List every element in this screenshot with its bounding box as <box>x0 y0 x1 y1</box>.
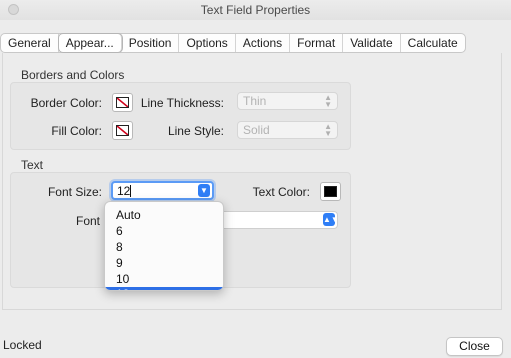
tab-appearance[interactable]: Appear... <box>58 34 122 52</box>
close-button[interactable]: Close <box>446 337 503 356</box>
tab-options[interactable]: Options <box>179 34 236 52</box>
no-color-icon <box>116 97 129 108</box>
window-title: Text Field Properties <box>200 3 311 17</box>
fill-color-label: Fill Color: <box>51 124 102 138</box>
dropdown-option-selected[interactable]: 12 <box>105 287 223 290</box>
dropdown-option[interactable]: 9 <box>116 256 123 270</box>
color-swatch-icon <box>324 186 337 197</box>
text-heading: Text <box>21 158 44 172</box>
borders-colors-heading: Borders and Colors <box>21 68 125 82</box>
tab-strip: General Appear... Position Options Actio… <box>0 33 466 53</box>
text-color-label: Text Color: <box>252 185 310 199</box>
text-color-swatch[interactable] <box>320 182 341 201</box>
border-color-label: Border Color: <box>30 96 102 110</box>
tab-position[interactable]: Position <box>122 34 180 52</box>
line-thickness-select: Thin ▲ ▼ <box>237 92 338 110</box>
dropdown-option[interactable]: 6 <box>116 224 123 238</box>
font-label: Font <box>76 214 101 228</box>
dropdown-option[interactable]: Auto <box>116 208 141 222</box>
text-cursor <box>130 185 131 197</box>
tab-calculate[interactable]: Calculate <box>401 34 465 52</box>
border-color-swatch[interactable] <box>112 93 133 112</box>
line-style-label: Line Style: <box>167 124 224 138</box>
line-style-select: Solid ▲ ▼ <box>237 121 338 139</box>
font-size-label: Font Size: <box>47 185 102 199</box>
tab-format[interactable]: Format <box>290 34 344 52</box>
title-bar: Text Field Properties <box>0 0 511 20</box>
font-select[interactable]: ▲▼ <box>216 211 339 229</box>
up-down-arrows-icon: ▲▼ <box>324 122 332 138</box>
font-size-dropdown-list: Auto 6 8 9 10 12 <box>104 201 224 291</box>
font-size-value: 12 <box>117 184 131 198</box>
fill-color-swatch[interactable] <box>112 121 133 140</box>
line-thickness-value: Thin <box>243 94 267 108</box>
locked-label: Locked <box>3 338 42 352</box>
dropdown-option[interactable]: 10 <box>116 272 129 286</box>
up-down-arrows-icon: ▲▼ <box>323 213 339 226</box>
dropdown-option[interactable]: 8 <box>116 240 123 254</box>
tab-actions[interactable]: Actions <box>236 34 291 52</box>
tab-general[interactable]: General <box>1 34 59 52</box>
line-style-value: Solid <box>243 123 270 137</box>
chevron-down-icon[interactable]: ▼ <box>198 184 210 197</box>
no-color-icon <box>116 125 129 136</box>
line-thickness-label: Line Thickness: <box>140 96 224 110</box>
font-size-combobox[interactable]: 12 ▼ <box>111 181 214 200</box>
tab-validate[interactable]: Validate <box>343 34 401 52</box>
up-down-arrows-icon: ▲▼ <box>324 93 332 109</box>
